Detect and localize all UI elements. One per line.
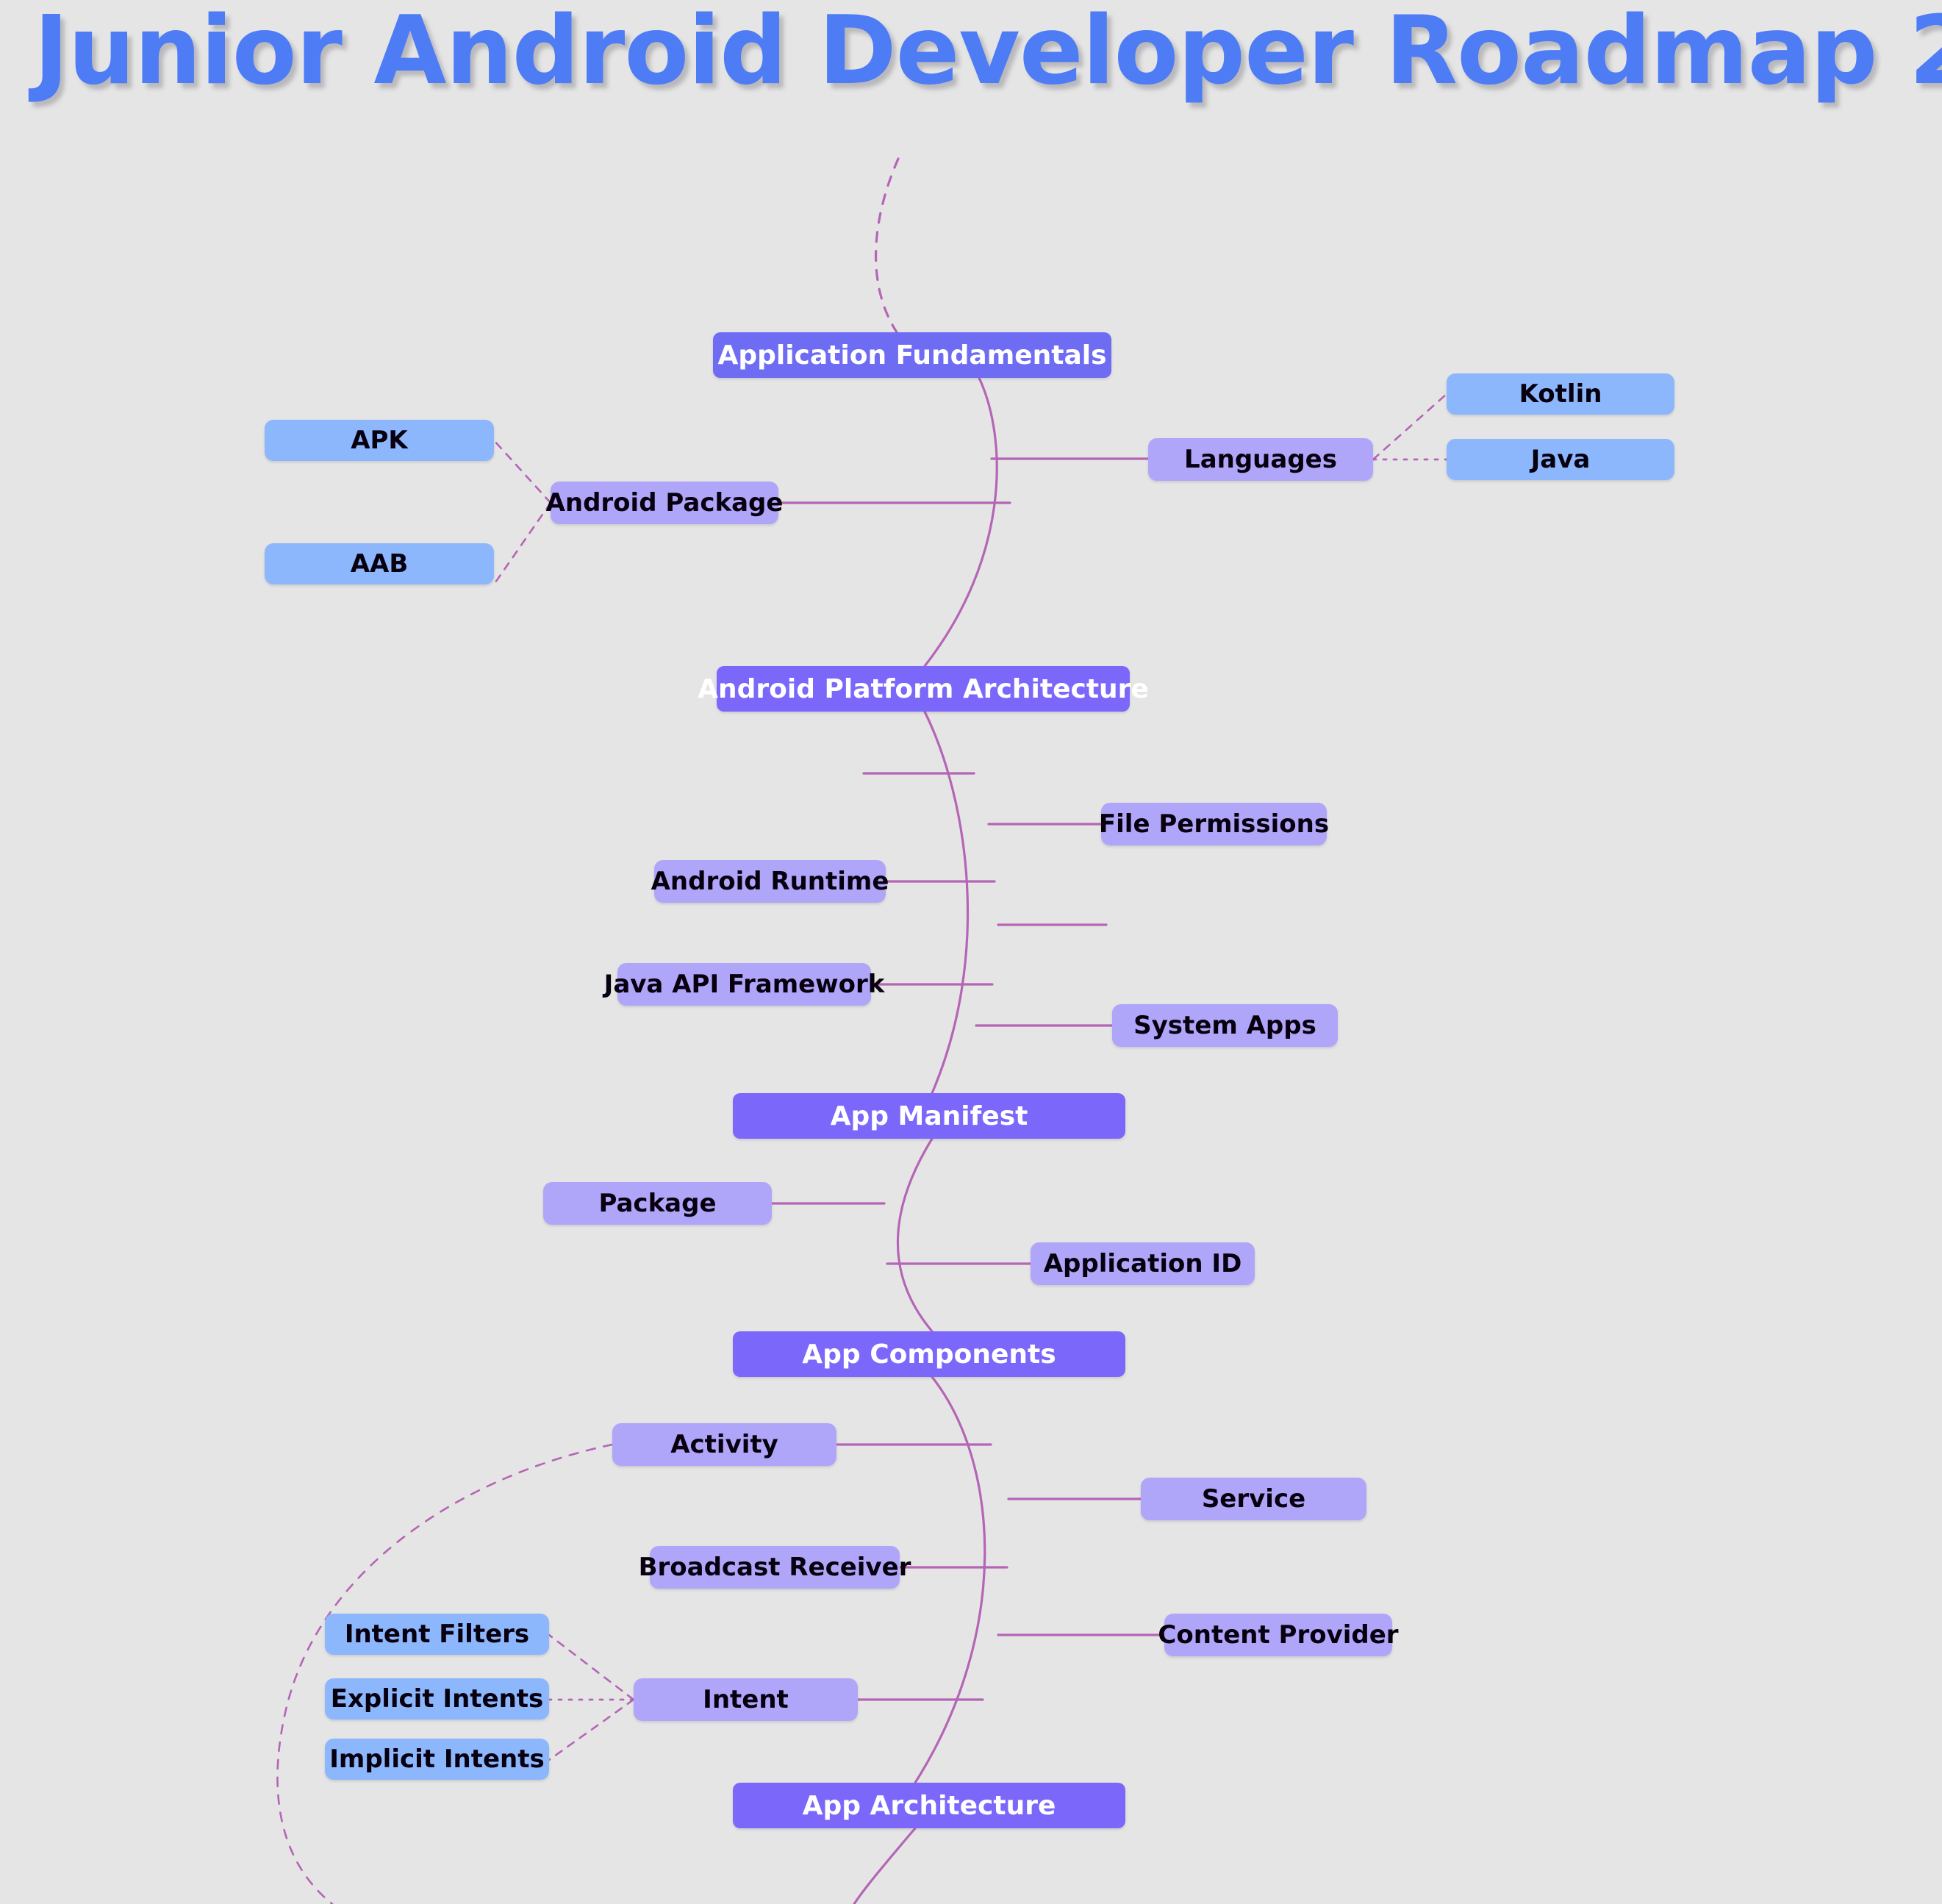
node-intent[interactable]: Intent	[634, 1678, 858, 1721]
node-aab[interactable]: AAB	[265, 543, 494, 584]
node-android-platform-architecture[interactable]: Android Platform Architecture	[698, 666, 1149, 712]
edge-android-package-to-apk	[492, 439, 552, 504]
node-intent-filters[interactable]: Intent Filters	[325, 1614, 549, 1655]
node-label: Java	[1530, 445, 1591, 474]
node-label: Service	[1201, 1484, 1306, 1514]
node-apk[interactable]: APK	[265, 420, 494, 461]
node-java[interactable]: Java	[1447, 439, 1674, 480]
node-implicit-intents[interactable]: Implicit Intents	[325, 1739, 549, 1780]
node-android-runtime[interactable]: Android Runtime	[651, 860, 889, 903]
node-label: Implicit Intents	[329, 1744, 545, 1774]
node-label: System Apps	[1133, 1011, 1316, 1040]
edge-spine-section-1	[923, 376, 998, 668]
node-system-apps[interactable]: System Apps	[1112, 1004, 1338, 1047]
node-label: Android Runtime	[651, 867, 889, 896]
node-application-fundamentals[interactable]: Application Fundamentals	[713, 332, 1111, 378]
node-app-manifest[interactable]: App Manifest	[733, 1093, 1125, 1139]
node-explicit-intents[interactable]: Explicit Intents	[325, 1678, 549, 1719]
edge-languages-to-kotlin	[1372, 393, 1448, 461]
mindmap-canvas: Junior Android Developer Roadmap 2022	[0, 0, 1942, 1904]
node-app-components[interactable]: App Components	[733, 1331, 1125, 1377]
node-service[interactable]: Service	[1141, 1478, 1366, 1520]
node-activity[interactable]: Activity	[612, 1423, 836, 1466]
node-application-id[interactable]: Application ID	[1031, 1242, 1255, 1285]
node-java-api-framework[interactable]: Java API Framework	[604, 963, 884, 1006]
node-label: Content Provider	[1158, 1620, 1399, 1650]
node-content-provider[interactable]: Content Provider	[1158, 1614, 1399, 1656]
edge-spine-section-3	[896, 1137, 934, 1333]
edge-spine-section-5	[853, 1827, 917, 1904]
node-label: Intent	[703, 1685, 789, 1714]
node-label: Android Platform Architecture	[698, 673, 1149, 704]
edge-android-package-to-aab	[492, 501, 552, 586]
node-label: Application Fundamentals	[717, 340, 1107, 371]
node-label: App Architecture	[802, 1790, 1056, 1821]
node-label: File Permissions	[1098, 809, 1330, 839]
page-title: Junior Android Developer Roadmap 2022	[34, 0, 1942, 106]
edge-intent-to-implicit-intents	[548, 1698, 635, 1761]
node-label: Package	[598, 1189, 717, 1218]
node-label: Application ID	[1043, 1249, 1242, 1278]
node-android-package[interactable]: Android Package	[546, 482, 783, 524]
edge-spine-top-dashed	[874, 157, 900, 336]
node-label: App Manifest	[830, 1100, 1028, 1131]
node-languages[interactable]: Languages	[1148, 438, 1373, 481]
edge-spine-section-2	[923, 710, 970, 1095]
node-label: Explicit Intents	[330, 1684, 544, 1714]
node-label: Intent Filters	[344, 1620, 530, 1649]
edge-layer	[276, 157, 1448, 1904]
node-label: AAB	[350, 549, 409, 579]
node-file-permissions[interactable]: File Permissions	[1098, 803, 1330, 845]
node-label: Broadcast Receiver	[638, 1553, 911, 1582]
node-label: APK	[351, 426, 408, 455]
node-label: Android Package	[545, 488, 784, 518]
node-broadcast-receiver[interactable]: Broadcast Receiver	[639, 1546, 911, 1589]
node-kotlin[interactable]: Kotlin	[1447, 373, 1674, 415]
node-label: Languages	[1184, 445, 1337, 474]
node-label: Kotlin	[1519, 379, 1602, 409]
node-app-architecture[interactable]: App Architecture	[733, 1783, 1125, 1828]
node-label: Java API Framework	[603, 970, 885, 999]
edge-intent-to-intent-filters	[548, 1633, 635, 1701]
edge-activity-to-offscreen-dashed	[276, 1443, 614, 1904]
node-label: App Components	[802, 1339, 1056, 1370]
node-label: Activity	[670, 1430, 778, 1459]
edge-spine-section-4	[914, 1375, 986, 1784]
node-package[interactable]: Package	[543, 1182, 772, 1225]
